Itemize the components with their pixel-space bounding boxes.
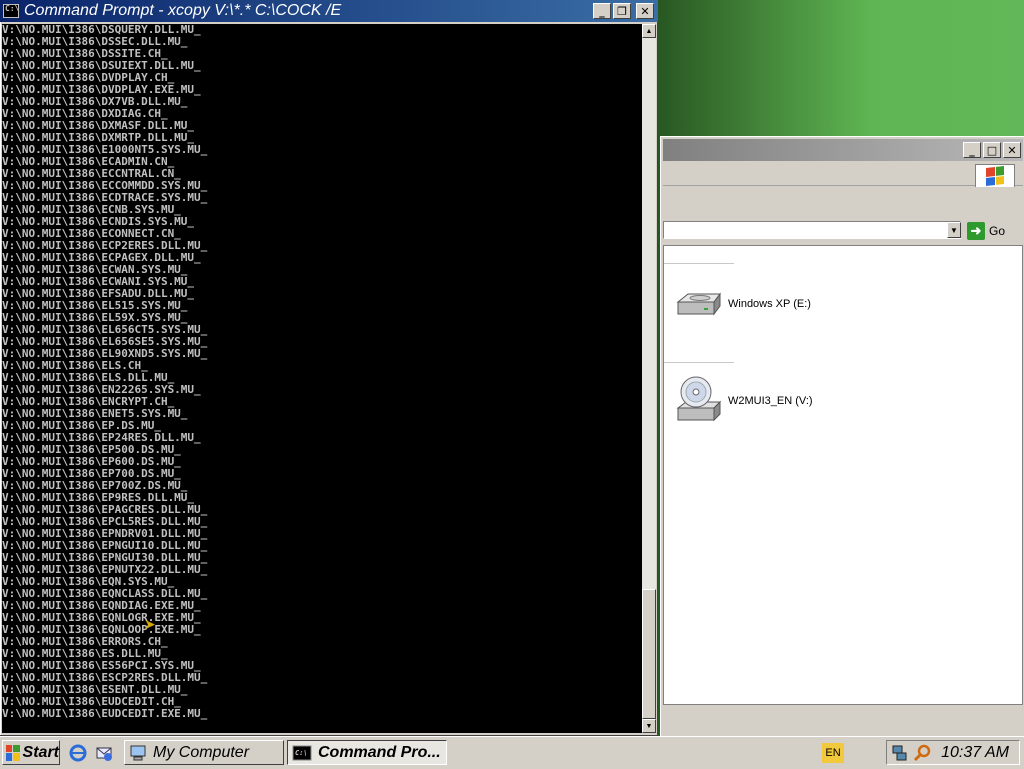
group-divider xyxy=(664,263,734,264)
vertical-scrollbar[interactable]: ▲ ▼ xyxy=(642,24,656,733)
restore-button[interactable]: ❐ xyxy=(613,3,631,19)
explorer-title-bar[interactable]: _ □ ✕ xyxy=(663,139,1023,161)
start-label: Start xyxy=(22,743,59,761)
cmd-title-bar[interactable]: C:\ Command Prompt - xcopy V:\*.* C:\COC… xyxy=(0,0,658,22)
svg-text:C:\: C:\ xyxy=(295,749,308,757)
hard-drive-icon xyxy=(676,292,721,316)
scroll-thumb[interactable] xyxy=(642,589,656,719)
minimize-button[interactable]: _ xyxy=(963,142,981,158)
console-text: V:\NO.MUI\I386\DSQUERY.DLL.MU_ V:\NO.MUI\… xyxy=(2,24,642,720)
console-line: V:\NO.MUI\I386\EUDCEDIT.EXE.MU_ xyxy=(2,707,208,720)
close-button[interactable]: ✕ xyxy=(1003,142,1021,158)
go-button[interactable]: ➜ Go xyxy=(967,221,1013,241)
drive-label: Windows XP (E:) xyxy=(728,298,811,310)
scroll-down-button[interactable]: ▼ xyxy=(642,719,656,733)
address-input[interactable] xyxy=(663,221,961,239)
internet-explorer-icon[interactable] xyxy=(68,743,88,763)
go-arrow-icon: ➜ xyxy=(967,222,985,240)
outlook-express-icon[interactable] xyxy=(94,743,114,763)
explorer-menu-bar xyxy=(663,163,1023,188)
task-my-computer[interactable]: My Computer xyxy=(124,740,284,765)
windows-flag-icon xyxy=(6,744,20,761)
drive-item-windows-xp[interactable]: Windows XP (E:) xyxy=(674,288,811,320)
task-label: My Computer xyxy=(153,743,250,761)
language-indicator[interactable]: EN xyxy=(822,743,844,763)
explorer-content: Windows XP (E:) W2MUI3_EN (V:) xyxy=(663,245,1023,705)
console-app-icon: C:\ xyxy=(3,4,19,18)
system-tray: 10:37 AM xyxy=(886,740,1020,765)
windows-logo-icon xyxy=(975,164,1015,188)
start-button[interactable]: Start xyxy=(2,740,60,765)
command-prompt-window[interactable]: C:\ Command Prompt - xcopy V:\*.* C:\COC… xyxy=(0,0,658,736)
address-dropdown-button[interactable]: ▼ xyxy=(947,222,961,238)
network-icon[interactable] xyxy=(891,743,911,768)
taskbar: Start My Computer C:\ Command Pro... EN … xyxy=(0,736,1024,769)
maximize-button[interactable]: □ xyxy=(983,142,1001,158)
console-app-icon: C:\ xyxy=(292,745,312,760)
minimize-button[interactable]: _ xyxy=(593,3,611,19)
clock[interactable]: 10:37 AM xyxy=(941,744,1009,762)
drive-item-w2mui3[interactable]: W2MUI3_EN (V:) xyxy=(674,376,813,426)
address-bar: ▼ ➜ Go xyxy=(663,219,1023,245)
task-label: Command Pro... xyxy=(318,743,441,761)
mouse-pointer-icon: ➤ xyxy=(144,616,156,632)
group-divider xyxy=(664,362,734,363)
drive-label: W2MUI3_EN (V:) xyxy=(728,395,813,407)
cd-drive-icon xyxy=(676,376,722,422)
console-output[interactable]: V:\NO.MUI\I386\DSQUERY.DLL.MU_ V:\NO.MUI\… xyxy=(2,24,642,733)
task-command-prompt[interactable]: C:\ Command Pro... xyxy=(287,740,447,765)
window-title: Command Prompt - xcopy V:\*.* C:\COCK /E xyxy=(24,2,342,19)
go-label: Go xyxy=(989,224,1006,238)
scroll-up-button[interactable]: ▲ xyxy=(642,24,656,38)
my-computer-window[interactable]: _ □ ✕ ▼ ➜ Go Windows XP (E:) W2MUI3_EN (… xyxy=(660,136,1024,737)
my-computer-icon xyxy=(130,745,146,760)
close-button[interactable]: ✕ xyxy=(636,3,654,19)
search-icon[interactable] xyxy=(913,743,933,768)
